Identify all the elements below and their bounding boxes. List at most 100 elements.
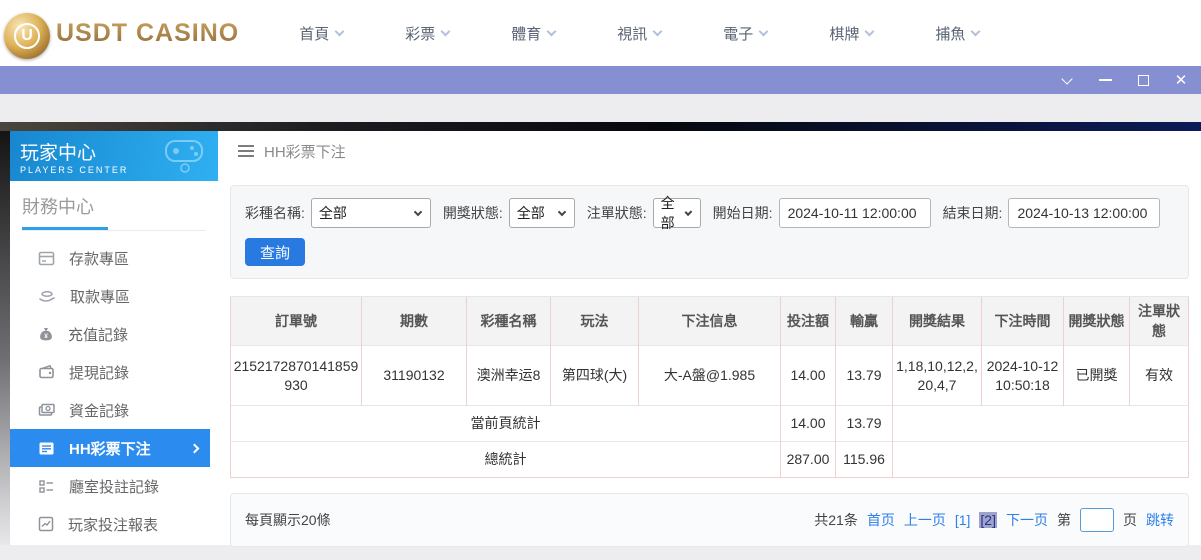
nav-item-cards[interactable]: 棋牌 — [829, 23, 873, 44]
select-value: 全部 — [661, 193, 679, 233]
total-summary-empty — [893, 442, 1189, 478]
jump-go-link[interactable]: 跳转 — [1146, 510, 1174, 530]
cell-draw-status: 已開獎 — [1064, 346, 1130, 406]
total-count-label: 共21条 — [814, 510, 858, 530]
sidebar-item-funds-record[interactable]: 資金記錄 — [10, 391, 218, 429]
col-order-no: 訂單號 — [231, 297, 362, 346]
col-lottery-name: 彩種名稱 — [467, 297, 551, 346]
chevron-down-icon — [685, 208, 692, 215]
jump-suffix-label: 页 — [1123, 510, 1137, 530]
end-date-input[interactable] — [1008, 198, 1160, 228]
page-1-link[interactable]: [1] — [955, 512, 971, 528]
sidebar-item-recharge-record[interactable]: ¥ 充值記錄 — [10, 315, 218, 353]
page-summary-empty — [893, 406, 1189, 442]
players-center-banner: 玩家中心 PLAYERS CENTER — [10, 131, 218, 181]
sidebar-item-deposit[interactable]: 存款專區 — [10, 239, 218, 277]
finance-section: 財務中心 — [10, 181, 218, 231]
lottery-name-select[interactable]: 全部 — [311, 198, 431, 228]
col-bet-status: 注單狀態 — [1130, 297, 1189, 346]
minimize-icon[interactable] — [1097, 72, 1113, 88]
bet-status-select[interactable]: 全部 — [653, 198, 701, 228]
jump-prefix-label: 第 — [1057, 510, 1071, 530]
section-divider — [22, 230, 206, 231]
sidebar-item-label: 取款專區 — [70, 286, 130, 307]
nav-label: 棋牌 — [829, 23, 859, 44]
nav-item-slots[interactable]: 電子 — [723, 23, 767, 44]
app-area: 玩家中心 PLAYERS CENTER 財務中心 存款專區 取款專區 ¥ — [0, 131, 1201, 545]
prev-page-link[interactable]: 上一页 — [904, 510, 946, 530]
withdraw-icon — [38, 288, 56, 305]
sidebar-item-label: 玩家投注報表 — [68, 514, 158, 535]
maximize-icon[interactable] — [1135, 72, 1151, 88]
sidebar-item-player-bet-report[interactable]: 玩家投注報表 — [10, 505, 218, 543]
col-issue: 期數 — [362, 297, 467, 346]
sidebar-item-label: 廳室投註記錄 — [69, 476, 159, 497]
sidebar-item-hh-lottery-bets[interactable]: HH彩票下注 — [10, 429, 210, 467]
footer-strip — [0, 545, 1201, 560]
draw-status-label: 開獎狀態: — [443, 203, 503, 223]
sidebar-item-label: 提現記錄 — [69, 362, 129, 383]
col-bet-amount: 投注額 — [781, 297, 836, 346]
nav-item-home[interactable]: 首頁 — [299, 23, 343, 44]
page-title: HH彩票下注 — [264, 141, 346, 162]
page-2-link-current[interactable]: [2] — [979, 512, 997, 528]
total-summary-row: 總統計 287.00 115.96 — [231, 442, 1189, 478]
first-page-link[interactable]: 首页 — [867, 510, 895, 530]
col-draw-status: 開獎狀態 — [1064, 297, 1130, 346]
chevron-down-icon — [865, 26, 875, 36]
window-titlebar: ✕ — [0, 66, 1201, 94]
nav-label: 捕魚 — [935, 23, 965, 44]
sidebar-item-label: HH彩票下注 — [69, 438, 151, 459]
col-win-loss: 輸贏 — [836, 297, 893, 346]
left-edge-shadow — [0, 131, 10, 545]
nav-label: 彩票 — [405, 23, 435, 44]
chevron-down-icon — [558, 207, 566, 215]
collapse-chevron-icon[interactable] — [1059, 72, 1075, 88]
total-summary-bet-amount: 287.00 — [781, 442, 836, 478]
chevron-down-icon — [971, 26, 981, 36]
chevron-down-icon — [653, 26, 663, 36]
cell-bet-amount: 14.00 — [781, 346, 836, 406]
page-summary-win-loss: 13.79 — [836, 406, 893, 442]
next-page-link[interactable]: 下一页 — [1006, 510, 1048, 530]
query-button[interactable]: 查詢 — [245, 238, 305, 266]
breadcrumb: HH彩票下注 — [230, 131, 1189, 171]
nav-item-live[interactable]: 視訊 — [617, 23, 661, 44]
lottery-name-label: 彩種名稱: — [245, 203, 305, 223]
nav-item-sports[interactable]: 體育 — [511, 23, 555, 44]
page-summary-bet-amount: 14.00 — [781, 406, 836, 442]
page-summary-row: 當前頁統計 14.00 13.79 — [231, 406, 1189, 442]
hall-bet-record-icon — [38, 479, 55, 494]
cell-win-loss: 13.79 — [836, 346, 893, 406]
sidebar-item-cashout-record[interactable]: 提現記錄 — [10, 353, 218, 391]
nav-item-fishing[interactable]: 捕魚 — [935, 23, 979, 44]
chevron-right-icon — [190, 443, 200, 453]
sidebar-item-label: 存款專區 — [69, 248, 129, 269]
hamburger-icon[interactable] — [238, 145, 254, 157]
cell-issue: 31190132 — [362, 346, 467, 406]
cell-bet-time: 2024-10-12 10:50:18 — [982, 346, 1064, 406]
nav-item-lottery[interactable]: 彩票 — [405, 23, 449, 44]
col-play-type: 玩法 — [551, 297, 639, 346]
sidebar-menu: 存款專區 取款專區 ¥ 充值記錄 提現記錄 資金記錄 HH彩票下注 — [10, 239, 218, 543]
close-icon[interactable]: ✕ — [1173, 72, 1189, 88]
sidebar-item-label: 資金記錄 — [69, 400, 129, 421]
col-bet-info: 下注信息 — [639, 297, 781, 346]
bets-table: 訂單號 期數 彩種名稱 玩法 下注信息 投注額 輸贏 開獎結果 下注時間 開獎狀… — [230, 296, 1189, 478]
chevron-down-icon — [441, 26, 451, 36]
sidebar-item-hall-bet-records[interactable]: 廳室投註記錄 — [10, 467, 218, 505]
start-date-label: 開始日期: — [713, 203, 773, 223]
pagination-bar: 每頁顯示20條 共21条 首页 上一页 [1] [2] 下一页 第 页 跳转 — [230, 493, 1189, 547]
draw-status-select[interactable]: 全部 — [509, 198, 575, 228]
nav-label: 視訊 — [617, 23, 647, 44]
nav-label: 電子 — [723, 23, 753, 44]
logo-text: USDT CASINO — [56, 19, 239, 48]
end-date-label: 結束日期: — [943, 203, 1003, 223]
bet-status-label: 注單狀態: — [587, 203, 647, 223]
sidebar: 玩家中心 PLAYERS CENTER 財務中心 存款專區 取款專區 ¥ — [10, 131, 218, 545]
sidebar-item-label: 充值記錄 — [68, 324, 128, 345]
start-date-input[interactable] — [779, 198, 931, 228]
jump-page-input[interactable] — [1080, 508, 1114, 532]
sidebar-item-withdraw[interactable]: 取款專區 — [10, 277, 218, 315]
total-summary-label: 總統計 — [231, 442, 781, 478]
